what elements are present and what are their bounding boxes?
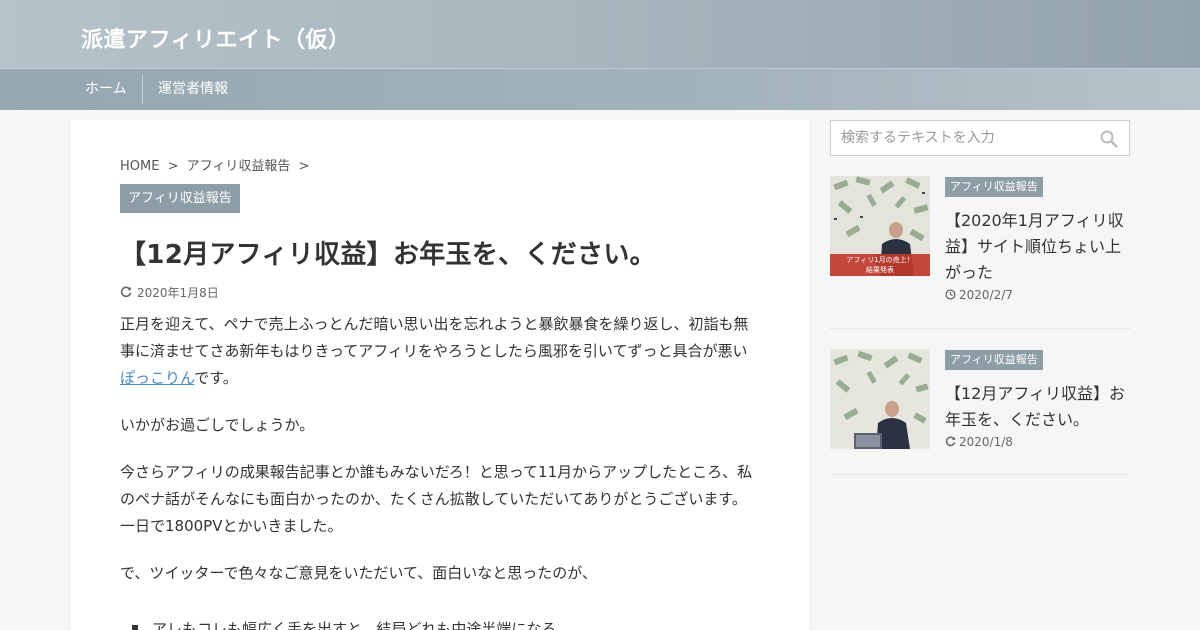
sidebar-post-title[interactable]: 【12月アフィリ収益】お年玉を、ください。 [945, 381, 1130, 433]
inline-link[interactable]: ぽっこりん [120, 369, 194, 387]
sidebar-post: アフィリ1月の売上！ 結果発表 アフィリ収益報告 【2020年1月アフィリ収益】… [830, 176, 1130, 329]
breadcrumb-separator: > [298, 159, 310, 174]
post-date-text: 2020年1月8日 [137, 286, 219, 300]
sidebar-post-title[interactable]: 【2020年1月アフィリ収益】サイト順位ちょい上がった [945, 208, 1130, 286]
paragraph: で、ツイッターで色々なご意見をいただいて、面白いなと思ったのが、 [120, 564, 598, 582]
sidebar-post: アフィリ収益報告 【12月アフィリ収益】お年玉を、ください。 2020/1/8 [830, 349, 1130, 475]
list-item-text: アレもコレも幅広く手を出すと、結局どれも中途半端になる [152, 620, 557, 630]
breadcrumb-category[interactable]: アフィリ収益報告 [187, 159, 291, 174]
paragraph: 今さらアフィリの成果報告記事とか誰もみないだろ！と思って11月からアップしたとこ… [120, 463, 753, 535]
sidebar-post-date-text: 2020/2/7 [959, 288, 1013, 302]
refresh-icon [945, 436, 956, 447]
category-badge[interactable]: アフィリ収益報告 [120, 184, 240, 213]
thumb-caption: アフィリ1月の売上！ [846, 255, 913, 264]
breadcrumb-separator: > [167, 159, 179, 174]
breadcrumb: HOME > アフィリ収益報告 > [120, 155, 313, 174]
site-header: 派遣アフィリエイト（仮） [0, 0, 1200, 68]
site-title[interactable]: 派遣アフィリエイト（仮） [81, 22, 351, 54]
paragraph-text: です。 [194, 369, 238, 387]
global-nav: ホーム 運営者情報 [0, 68, 1200, 110]
sidebar-post-category[interactable]: アフィリ収益報告 [945, 350, 1043, 370]
sidebar-post-date: 2020/1/8 [945, 435, 1013, 449]
post-title: 【12月アフィリ収益】お年玉を、ください。 [120, 240, 656, 270]
search-input[interactable] [831, 121, 1091, 155]
thumb-caption: 結果発表 [866, 265, 894, 274]
list-item: アレもコレも幅広く手を出すと、結局どれも中途半端になる [120, 616, 760, 630]
post-date: 2020年1月8日 [120, 284, 219, 301]
sidebar-post-date: 2020/2/7 [945, 288, 1013, 302]
paragraph: 正月を迎えて、ペナで売上ふっとんだ暗い思い出を忘れようと暴飲暴食を繰り返し、初詣… [120, 311, 760, 392]
nav-divider [142, 75, 143, 104]
nav-item-about[interactable]: 運営者情報 [158, 69, 228, 110]
paragraph: いかがお過ごしでしょうか。 [120, 416, 315, 434]
post-thumbnail[interactable]: アフィリ1月の売上！ 結果発表 [830, 176, 930, 276]
breadcrumb-home[interactable]: HOME [120, 159, 159, 174]
refresh-icon [120, 286, 132, 298]
sidebar-post-category[interactable]: アフィリ収益報告 [945, 177, 1043, 197]
post-thumbnail[interactable] [830, 349, 930, 449]
bullet-icon [132, 625, 138, 630]
search-icon[interactable] [1099, 129, 1119, 149]
search-box [830, 120, 1130, 156]
sidebar-post-date-text: 2020/1/8 [959, 435, 1013, 449]
paragraph-text: 正月を迎えて、ペナで売上ふっとんだ暗い思い出を忘れようと暴飲暴食を繰り返し、初詣… [120, 315, 749, 360]
clock-icon [945, 289, 956, 300]
article-card: HOME > アフィリ収益報告 > アフィリ収益報告 【12月アフィリ収益】お年… [71, 120, 809, 630]
nav-item-home[interactable]: ホーム [85, 69, 127, 110]
